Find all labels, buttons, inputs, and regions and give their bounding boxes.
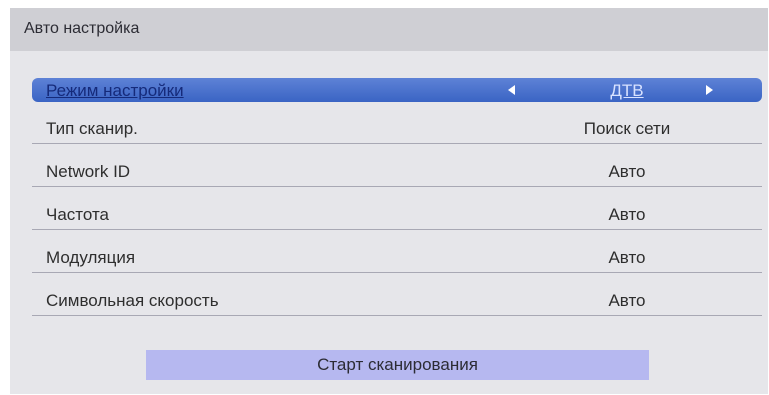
panel-title: Авто настройка xyxy=(24,20,140,37)
start-scan-button[interactable]: Старт сканирования xyxy=(146,350,649,380)
setting-value: Авто xyxy=(608,162,646,181)
panel-header: Авто настройка xyxy=(10,8,768,51)
setting-row-symbol-rate[interactable]: Символьная скорость Авто xyxy=(32,287,762,316)
setting-value: Поиск сети xyxy=(583,119,671,138)
setting-label: Символьная скорость xyxy=(46,291,219,310)
setting-row-network-id[interactable]: Network ID Авто xyxy=(32,158,762,187)
setting-row-frequency[interactable]: Частота Авто xyxy=(32,201,762,230)
auto-tuning-panel: Авто настройка Режим настройки ДТВ Тип с… xyxy=(10,8,768,394)
arrow-right-icon[interactable] xyxy=(706,85,713,95)
setting-value: Авто xyxy=(608,291,646,310)
setting-value: ДТВ xyxy=(610,81,644,100)
setting-label: Тип сканир. xyxy=(46,119,138,138)
setting-value: Авто xyxy=(608,205,646,224)
setting-label: Модуляция xyxy=(46,248,136,267)
setting-row-modulation[interactable]: Модуляция Авто xyxy=(32,244,762,273)
setting-label: Режим настройки xyxy=(46,81,184,100)
setting-label: Частота xyxy=(46,205,110,224)
setting-row-tuning-mode[interactable]: Режим настройки ДТВ xyxy=(32,78,762,102)
setting-label: Network ID xyxy=(46,162,131,181)
arrow-left-icon[interactable] xyxy=(508,85,515,95)
setting-value: Авто xyxy=(608,248,646,267)
setting-row-scan-type[interactable]: Тип сканир. Поиск сети xyxy=(32,115,762,144)
